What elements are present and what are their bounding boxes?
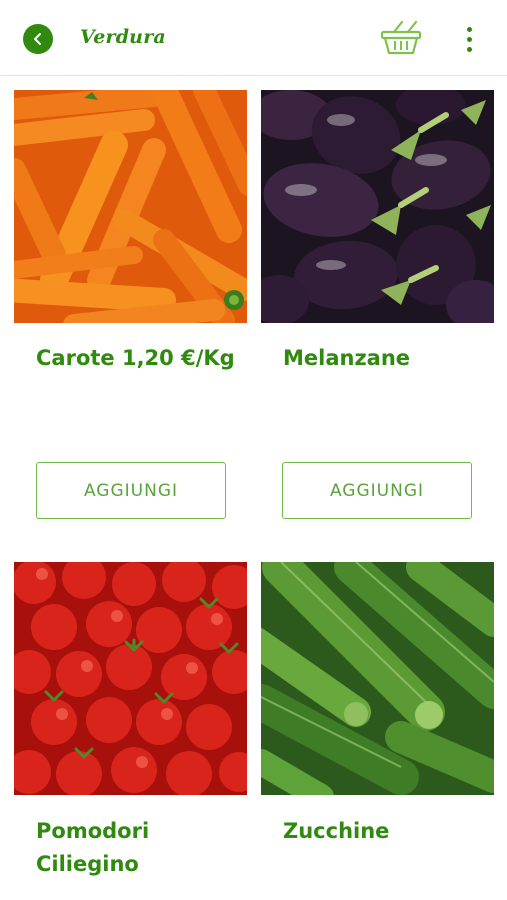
add-to-cart-button[interactable]: AGGIUNGI (282, 462, 472, 519)
cherry-tomatoes-photo (14, 562, 247, 795)
zucchini-photo (261, 562, 494, 795)
top-app-bar: Verdura (0, 0, 507, 76)
page-title: Verdura (80, 26, 166, 48)
product-image-carrots[interactable] (14, 90, 247, 323)
product-name: Carote 1,20 €/Kg (36, 346, 235, 370)
add-to-cart-button[interactable]: AGGIUNGI (36, 462, 226, 519)
product-image-eggplants[interactable] (261, 90, 494, 323)
product-name: Zucchine (283, 819, 390, 843)
more-vertical-icon (466, 26, 472, 32)
product-name: Pomodori Ciliegino (36, 819, 150, 876)
product-image-zucchini[interactable] (261, 562, 494, 795)
back-button[interactable] (23, 24, 53, 54)
eggplants-photo (261, 90, 494, 323)
basket-icon (380, 20, 422, 55)
product-image-tomatoes[interactable] (14, 562, 247, 795)
back-arrow-icon (34, 33, 41, 45)
carrots-photo (14, 90, 247, 323)
product-name: Melanzane (283, 346, 411, 370)
overflow-menu-button[interactable] (458, 24, 480, 54)
basket-button[interactable] (380, 20, 422, 56)
